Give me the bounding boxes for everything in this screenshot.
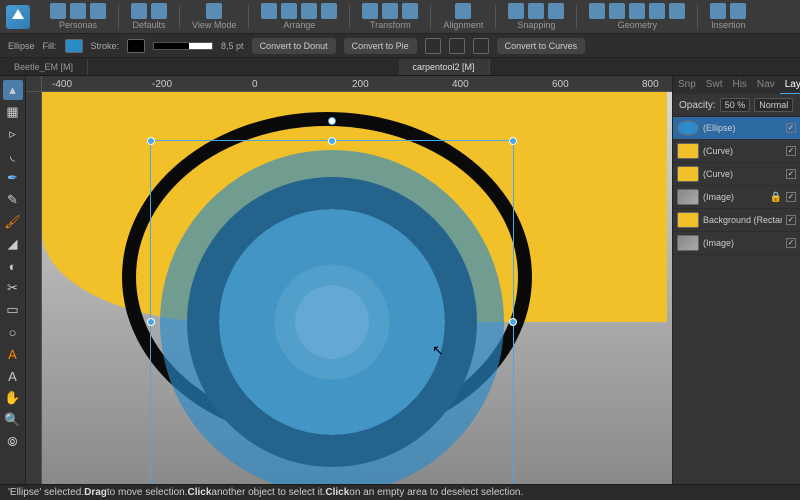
status-bar: 'Ellipse' selected. Drag to move selecti…: [0, 484, 800, 500]
layer-thumb-icon: [677, 120, 699, 136]
artboard-tool[interactable]: ▦: [3, 102, 23, 122]
layer-thumb-icon: [677, 143, 699, 159]
horizontal-ruler[interactable]: -400 -200 0 200 400 600 800: [42, 76, 672, 92]
group-alignment[interactable]: Alignment: [437, 3, 489, 30]
layer-thumb-icon: [677, 212, 699, 228]
pan-tool[interactable]: ✋: [3, 388, 23, 408]
layer-name: (Image): [703, 192, 766, 202]
crop-tool[interactable]: ✂: [3, 278, 23, 298]
group-snapping[interactable]: Snapping: [502, 3, 570, 30]
layer-row[interactable]: (Image) ✓: [673, 232, 800, 255]
blend-mode-select[interactable]: Normal: [754, 98, 793, 112]
visibility-checkbox[interactable]: ✓: [786, 215, 796, 225]
layer-name: (Curve): [703, 146, 782, 156]
layer-name: (Curve): [703, 169, 782, 179]
document-tabs: Beetle_EM [M] carpentool2 [M]: [0, 58, 800, 76]
layer-name: (Image): [703, 238, 782, 248]
transparency-tool[interactable]: ◐: [3, 256, 23, 276]
panel-tabs: Snp Swt His Nav Layers FX St: [673, 76, 800, 94]
group-insertion[interactable]: Insertion: [704, 3, 752, 30]
group-defaults[interactable]: Defaults: [125, 3, 173, 30]
top-toolbar: Personas Defaults View Mode Arrange Tran…: [0, 0, 800, 34]
layer-row[interactable]: (Image) 🔒 ✓: [673, 186, 800, 209]
convert-to-donut-button[interactable]: Convert to Donut: [252, 38, 336, 54]
right-panel: Snp Swt His Nav Layers FX St Opacity: 50…: [672, 76, 800, 484]
group-personas[interactable]: Personas: [44, 3, 112, 30]
layer-thumb-icon: [677, 235, 699, 251]
pen-tool[interactable]: ✒: [3, 168, 23, 188]
frame-text-tool[interactable]: A: [3, 366, 23, 386]
align-icon[interactable]: [425, 38, 441, 54]
visibility-checkbox[interactable]: ✓: [786, 192, 796, 202]
tab-navigator[interactable]: Nav: [752, 76, 780, 94]
context-toolbar: Ellipse Fill: Stroke: 8,5 pt Convert to …: [0, 34, 800, 58]
tab-doc-0[interactable]: Beetle_EM [M]: [0, 59, 88, 75]
ruler-origin[interactable]: [26, 76, 42, 92]
left-toolbar: ▴ ▦ ▹ ◟ ✒ ✎ 🖌 ◢ ◐ ✂ ▭ ○ A A ✋ 🔍 ⦾: [0, 76, 26, 484]
rotate-handle[interactable]: [328, 117, 336, 125]
tab-doc-1[interactable]: carpentool2 [M]: [399, 59, 490, 75]
visibility-checkbox[interactable]: ✓: [786, 123, 796, 133]
resize-handle-t[interactable]: [328, 137, 336, 145]
convert-to-curves-button[interactable]: Convert to Curves: [497, 38, 586, 54]
rotate-icon[interactable]: [473, 38, 489, 54]
visibility-checkbox[interactable]: ✓: [786, 146, 796, 156]
layer-row[interactable]: (Curve) ✓: [673, 163, 800, 186]
ellipse-tool[interactable]: ○: [3, 322, 23, 342]
zoom-tool[interactable]: 🔍: [3, 410, 23, 430]
app-logo-icon: [6, 5, 30, 29]
group-transform[interactable]: Transform: [356, 3, 424, 30]
tab-snap[interactable]: Snp: [673, 76, 701, 94]
shape-tool[interactable]: ▭: [3, 300, 23, 320]
resize-handle-l[interactable]: [147, 318, 155, 326]
layer-row[interactable]: (Ellipse) ✓: [673, 117, 800, 140]
node-tool[interactable]: ▹: [3, 124, 23, 144]
group-geometry[interactable]: Geometry: [583, 3, 691, 30]
brush-tool[interactable]: 🖌: [3, 212, 23, 232]
layer-row[interactable]: (Curve) ✓: [673, 140, 800, 163]
canvas-area[interactable]: -400 -200 0 200 400 600 800: [26, 76, 672, 484]
opacity-label: Opacity:: [679, 100, 716, 111]
resize-handle-tr[interactable]: [509, 137, 517, 145]
layer-row[interactable]: Background (Rectangle) ✓: [673, 209, 800, 232]
layers-list: (Ellipse)✓(Curve)✓(Curve)✓(Image)🔒✓Backg…: [673, 117, 800, 484]
layer-name: Background (Rectangle): [703, 215, 782, 225]
stroke-width-slider[interactable]: [153, 42, 213, 50]
resize-handle-r[interactable]: [509, 318, 517, 326]
move-tool[interactable]: ▴: [3, 80, 23, 100]
group-arrange[interactable]: Arrange: [255, 3, 343, 30]
text-tool[interactable]: A: [3, 344, 23, 364]
vertical-ruler[interactable]: [26, 92, 42, 484]
layer-thumb-icon: [677, 189, 699, 205]
corner-tool[interactable]: ◟: [3, 146, 23, 166]
group-view-mode[interactable]: View Mode: [186, 3, 242, 30]
tab-swatches[interactable]: Swt: [701, 76, 728, 94]
layer-name: (Ellipse): [703, 123, 782, 133]
cursor-icon: ↖: [432, 342, 444, 359]
tool-name: Ellipse: [8, 41, 35, 51]
tab-layers[interactable]: Layers: [780, 76, 800, 94]
opacity-value[interactable]: 50 %: [720, 98, 751, 112]
visibility-checkbox[interactable]: ✓: [786, 169, 796, 179]
selection-bounding-box[interactable]: [150, 140, 514, 484]
canvas[interactable]: ↖: [42, 92, 672, 484]
color-picker-tool[interactable]: ⦾: [3, 432, 23, 452]
tab-history[interactable]: His: [727, 76, 751, 94]
stroke-swatch[interactable]: [127, 39, 145, 53]
visibility-checkbox[interactable]: ✓: [786, 238, 796, 248]
pencil-tool[interactable]: ✎: [3, 190, 23, 210]
fill-swatch[interactable]: [65, 39, 83, 53]
lock-icon[interactable]: 🔒: [770, 192, 782, 203]
resize-handle-tl[interactable]: [147, 137, 155, 145]
convert-to-pie-button[interactable]: Convert to Pie: [344, 38, 417, 54]
flip-icon[interactable]: [449, 38, 465, 54]
fill-tool[interactable]: ◢: [3, 234, 23, 254]
layer-thumb-icon: [677, 166, 699, 182]
stroke-width-value[interactable]: 8,5 pt: [221, 41, 244, 51]
